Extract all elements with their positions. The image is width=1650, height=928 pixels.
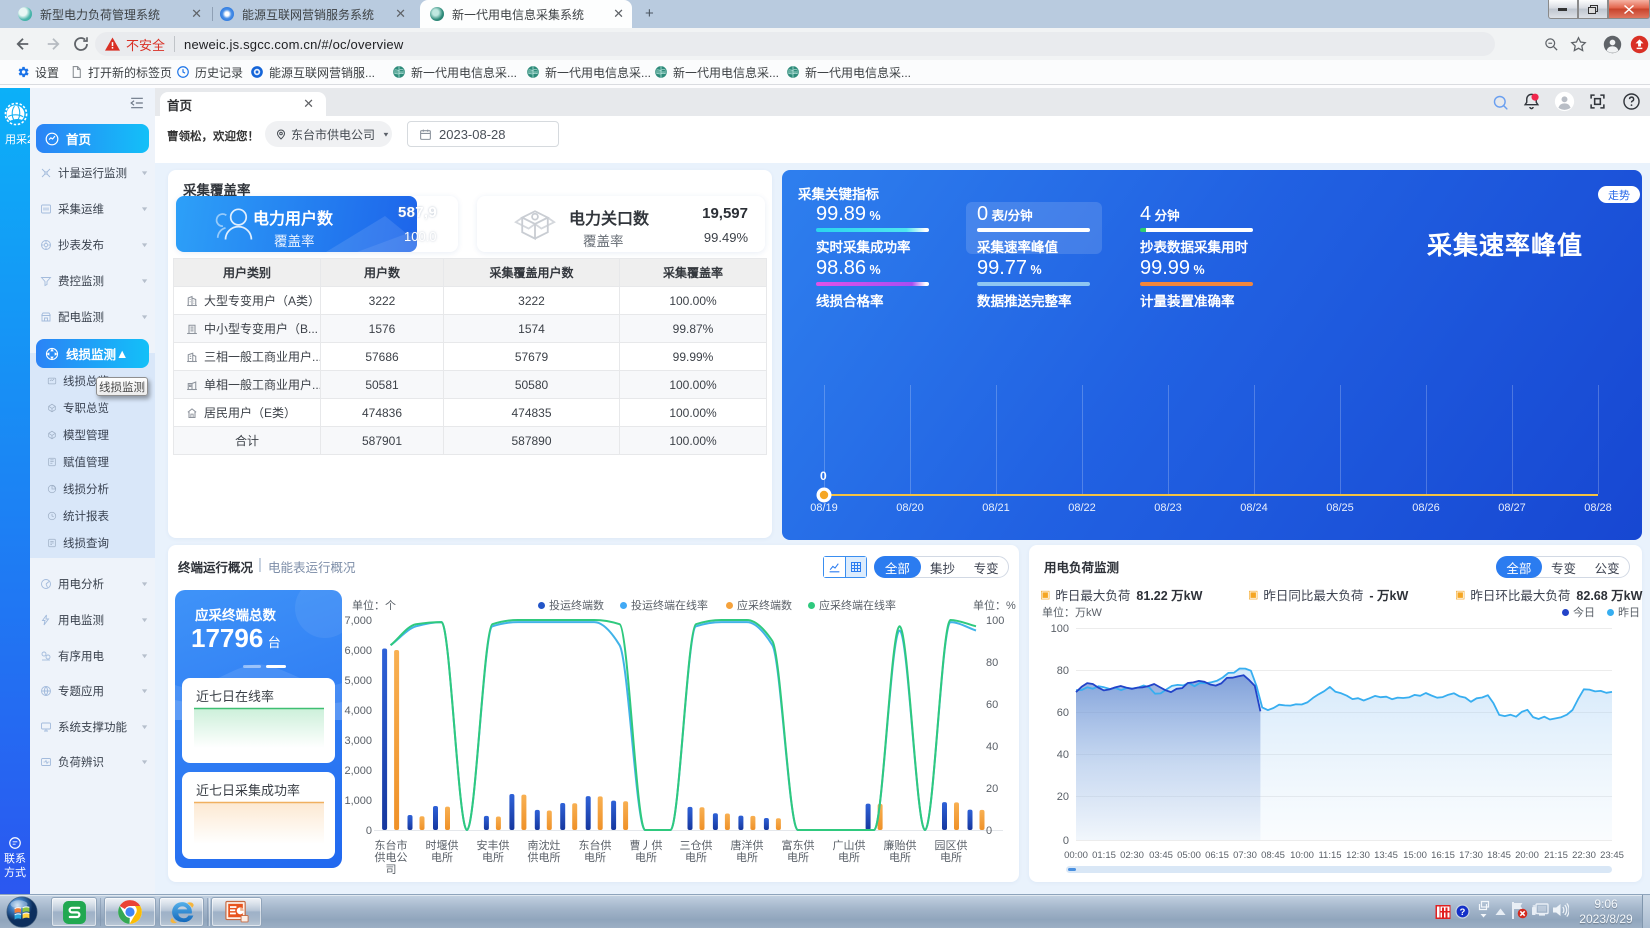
- svg-text:01:15: 01:15: [1092, 850, 1116, 861]
- svg-text:15:00: 15:00: [1403, 850, 1427, 861]
- svg-text:2,000: 2,000: [344, 765, 372, 777]
- svg-text:100: 100: [1051, 623, 1069, 635]
- svg-text:1,000: 1,000: [344, 795, 372, 807]
- svg-text:40: 40: [986, 741, 998, 753]
- svg-text:80: 80: [986, 657, 998, 669]
- svg-text:5,000: 5,000: [344, 675, 372, 687]
- svg-text:20: 20: [986, 783, 998, 795]
- svg-text:05:00: 05:00: [1177, 850, 1201, 861]
- svg-text:60: 60: [1057, 707, 1069, 719]
- svg-text:60: 60: [986, 699, 998, 711]
- svg-text:06:15: 06:15: [1205, 850, 1229, 861]
- svg-text:12:30: 12:30: [1346, 850, 1370, 861]
- svg-text:18:45: 18:45: [1487, 850, 1511, 861]
- svg-text:6,000: 6,000: [344, 645, 372, 657]
- svg-text:11:15: 11:15: [1318, 850, 1341, 861]
- svg-text:0: 0: [820, 469, 827, 483]
- svg-text:08:45: 08:45: [1261, 850, 1285, 861]
- svg-text:21:15: 21:15: [1544, 850, 1568, 861]
- svg-text:7,000: 7,000: [344, 615, 372, 627]
- svg-text:100: 100: [986, 615, 1004, 627]
- svg-text:20: 20: [1057, 791, 1069, 803]
- svg-text:13:45: 13:45: [1374, 850, 1398, 861]
- svg-text:17:30: 17:30: [1459, 850, 1483, 861]
- svg-text:00:00: 00:00: [1064, 850, 1088, 861]
- svg-text:20:00: 20:00: [1515, 850, 1539, 861]
- svg-text:03:45: 03:45: [1149, 850, 1173, 861]
- svg-text:4,000: 4,000: [344, 705, 372, 717]
- svg-text:22:30: 22:30: [1572, 850, 1596, 861]
- svg-text:0: 0: [1063, 835, 1069, 847]
- svg-text:80: 80: [1057, 665, 1069, 677]
- svg-text:02:30: 02:30: [1120, 850, 1144, 861]
- svg-text:3,000: 3,000: [344, 735, 372, 747]
- svg-text:0: 0: [986, 825, 992, 837]
- svg-text:16:15: 16:15: [1431, 850, 1455, 861]
- svg-text:0: 0: [366, 825, 372, 837]
- svg-text:07:30: 07:30: [1233, 850, 1257, 861]
- svg-text:?: ?: [1460, 907, 1466, 917]
- svg-text:40: 40: [1057, 749, 1069, 761]
- svg-text:10:00: 10:00: [1290, 850, 1314, 861]
- svg-text:23:45: 23:45: [1600, 850, 1624, 861]
